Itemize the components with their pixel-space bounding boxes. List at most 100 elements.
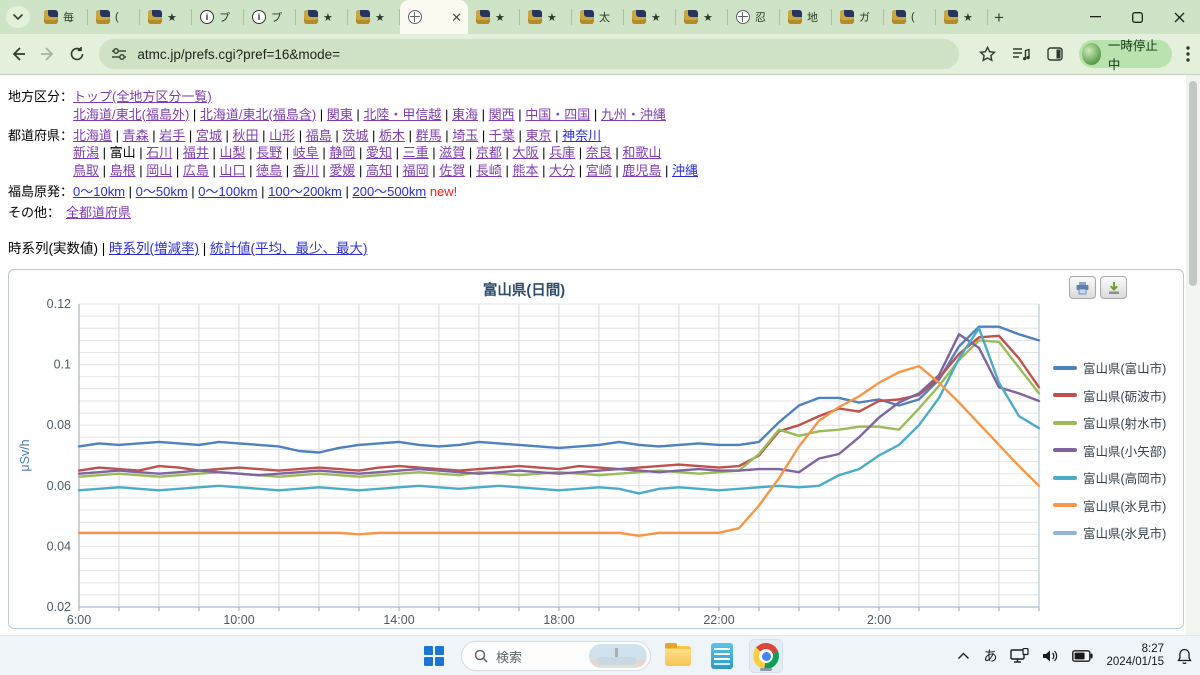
nav-link[interactable]: 時系列(増減率) [109, 241, 199, 256]
nav-link[interactable]: 北海道/東北(福島外) [73, 107, 189, 122]
nav-link[interactable]: 愛媛 [329, 163, 355, 178]
nav-link[interactable]: 九州・沖縄 [601, 107, 666, 122]
volume-icon[interactable] [1042, 649, 1059, 663]
nav-link[interactable]: 熊本 [513, 163, 539, 178]
nav-link[interactable]: 栃木 [379, 128, 405, 143]
nav-link[interactable]: 青森 [123, 128, 149, 143]
forward-button[interactable] [36, 40, 60, 68]
nav-link[interactable]: 長崎 [476, 163, 502, 178]
nav-link[interactable]: 島根 [110, 163, 136, 178]
nav-link[interactable]: 統計値(平均、最少、最大) [210, 241, 368, 256]
nav-link[interactable]: 中国・四国 [525, 107, 590, 122]
nav-link[interactable]: 徳島 [256, 163, 282, 178]
browser-tab[interactable]: ガ [832, 0, 884, 34]
nav-link[interactable]: 岐阜 [293, 145, 319, 160]
nav-link[interactable]: 長野 [256, 145, 282, 160]
nav-link[interactable]: 宮城 [196, 128, 222, 143]
browser-tab[interactable]: ★ [676, 0, 728, 34]
nav-link[interactable]: 京都 [476, 145, 502, 160]
nav-link[interactable]: 滋賀 [439, 145, 465, 160]
browser-tab[interactable]: ★ [296, 0, 348, 34]
back-button[interactable] [6, 40, 30, 68]
nav-link[interactable]: 山口 [220, 163, 246, 178]
browser-tab-active[interactable]: ✕ [400, 0, 468, 34]
close-window-button[interactable] [1158, 0, 1200, 34]
download-chart-button[interactable] [1100, 276, 1127, 299]
print-chart-button[interactable] [1069, 276, 1096, 299]
bookmark-button[interactable] [973, 40, 1001, 68]
tray-clock[interactable]: 8:27 2024/01/15 [1106, 643, 1164, 670]
nav-link[interactable]: 福島 [306, 128, 332, 143]
nav-link[interactable]: 和歌山 [622, 145, 661, 160]
nav-link[interactable]: 香川 [293, 163, 319, 178]
nav-link[interactable]: 東京 [526, 128, 552, 143]
nav-link[interactable]: 神奈川 [562, 128, 601, 143]
reload-button[interactable] [66, 40, 90, 68]
chart-canvas[interactable]: 0.020.040.060.080.10.126:00 10:00 14:00 18:… [9, 270, 1049, 628]
nav-link[interactable]: 埼玉 [452, 128, 478, 143]
scrollbar-thumb[interactable] [1189, 81, 1197, 286]
browser-tab[interactable]: ( [88, 0, 140, 34]
new-tab-button[interactable]: + [988, 7, 1010, 29]
tray-chevron-up-icon[interactable] [957, 652, 970, 660]
nav-link[interactable]: 三重 [403, 145, 429, 160]
nav-link[interactable]: 佐賀 [439, 163, 465, 178]
browser-tab[interactable]: 太 [572, 0, 624, 34]
nav-link[interactable]: 高知 [366, 163, 392, 178]
browser-tab[interactable]: 地 [780, 0, 832, 34]
nav-link[interactable]: 岩手 [159, 128, 185, 143]
nav-link[interactable]: 奈良 [586, 145, 612, 160]
nav-link[interactable]: 0〜50km [136, 184, 188, 199]
nav-link[interactable]: 関東 [327, 107, 353, 122]
nav-link[interactable]: 福井 [183, 145, 209, 160]
nav-link[interactable]: 群馬 [416, 128, 442, 143]
browser-tab[interactable]: ★ [936, 0, 988, 34]
nav-link[interactable]: 100〜200km [268, 184, 342, 199]
nav-link[interactable]: 愛知 [366, 145, 392, 160]
browser-tab[interactable]: 毎 [36, 0, 88, 34]
nav-link[interactable]: 沖縄 [672, 163, 698, 178]
ime-indicator[interactable]: あ [983, 646, 997, 666]
network-icon[interactable] [1010, 648, 1030, 664]
browser-tab[interactable]: ★ [624, 0, 676, 34]
media-controls-button[interactable] [1007, 40, 1035, 68]
nav-link[interactable]: 0〜100km [198, 184, 257, 199]
search-daily-image[interactable] [589, 644, 647, 668]
browser-tab[interactable]: ( [884, 0, 936, 34]
notepad-app-icon[interactable] [705, 639, 739, 673]
nav-link[interactable]: 北海道/東北(福島含) [200, 107, 316, 122]
file-explorer-icon[interactable] [661, 639, 695, 673]
minimize-button[interactable] [1074, 0, 1116, 34]
nav-link[interactable]: 東海 [452, 107, 478, 122]
browser-tab[interactable]: ★ [468, 0, 520, 34]
browser-tab[interactable]: iプ [192, 0, 244, 34]
browser-menu-button[interactable] [1176, 40, 1200, 68]
nav-link[interactable]: 岡山 [146, 163, 172, 178]
address-bar[interactable]: atmc.jp/prefs.cgi?pref=16&mode= [99, 39, 960, 69]
nav-link[interactable]: 関西 [489, 107, 515, 122]
notification-bell-icon[interactable] [1177, 648, 1192, 664]
taskbar-search-box[interactable]: 検索 [461, 641, 651, 671]
start-button[interactable] [417, 639, 451, 673]
side-panel-button[interactable] [1041, 40, 1069, 68]
nav-link[interactable]: 全都道府県 [66, 205, 131, 220]
nav-link[interactable]: トップ(全地方区分一覧) [73, 89, 212, 104]
nav-link[interactable]: 秋田 [233, 128, 259, 143]
browser-tab[interactable]: 忍 [728, 0, 780, 34]
nav-link[interactable]: 北海道 [73, 128, 112, 143]
nav-link[interactable]: 鹿児島 [622, 163, 661, 178]
tab-search-button[interactable] [6, 6, 30, 28]
nav-link[interactable]: 新潟 [73, 145, 99, 160]
nav-link[interactable]: 広島 [183, 163, 209, 178]
profile-chip[interactable]: 一時停止中 [1079, 39, 1173, 72]
browser-tab[interactable]: ★ [348, 0, 400, 34]
maximize-button[interactable] [1116, 0, 1158, 34]
nav-link[interactable]: 茨城 [342, 128, 368, 143]
nav-link[interactable]: 静岡 [329, 145, 355, 160]
nav-link[interactable]: 大阪 [513, 145, 539, 160]
nav-link[interactable]: 鳥取 [73, 163, 99, 178]
browser-tab[interactable]: iプ [244, 0, 296, 34]
nav-link[interactable]: 山形 [269, 128, 295, 143]
nav-link[interactable]: 200〜500km [352, 184, 426, 199]
nav-link[interactable]: 宮崎 [586, 163, 612, 178]
